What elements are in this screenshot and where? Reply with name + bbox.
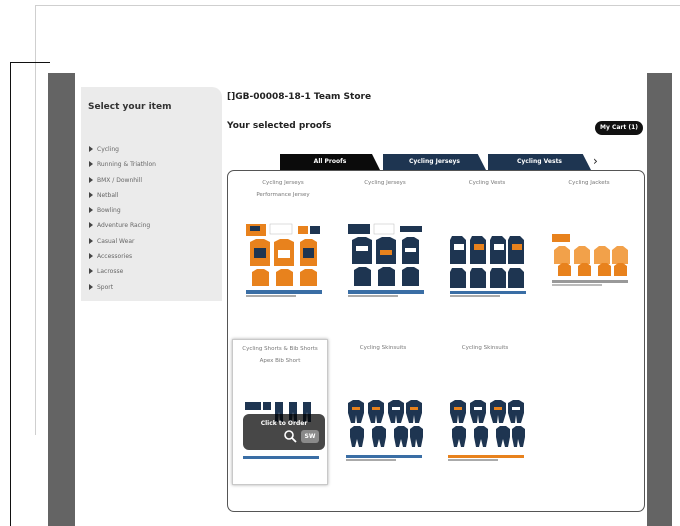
product-category: Cycling Jerseys bbox=[364, 180, 406, 186]
sidebar-item-casual-wear[interactable]: Casual Wear bbox=[89, 237, 156, 252]
arrow-right-icon bbox=[89, 191, 93, 198]
product-card[interactable]: Cycling Jerseys bbox=[338, 174, 432, 319]
tab-all-proofs[interactable]: All Proofs bbox=[280, 154, 380, 170]
product-card[interactable]: Cycling Skinsuits bbox=[336, 339, 430, 484]
proofs-heading: Your selected proofs bbox=[227, 121, 332, 131]
right-gutter bbox=[647, 73, 672, 526]
sidebar-item-netball[interactable]: Netball bbox=[89, 191, 156, 206]
sidebar-item-lacrosse[interactable]: Lacrosse bbox=[89, 267, 156, 282]
product-category: Cycling Skinsuits bbox=[359, 345, 407, 351]
sidebar-item-sport[interactable]: Sport bbox=[89, 283, 156, 298]
tab-cycling-jerseys[interactable]: Cycling Jerseys bbox=[383, 154, 486, 170]
arrow-right-icon bbox=[89, 222, 93, 229]
magnify-icon[interactable] bbox=[283, 429, 297, 443]
sidebar-item-bowling[interactable]: Bowling bbox=[89, 206, 156, 221]
arrow-right-icon bbox=[89, 253, 93, 260]
store-page: Select your item Cycling Running & Triat… bbox=[75, 73, 647, 518]
top-divider bbox=[35, 5, 680, 6]
product-category: Cycling Jackets bbox=[568, 180, 610, 186]
arrow-right-icon bbox=[89, 146, 93, 152]
product-card[interactable]: Cycling Skinsuits bbox=[438, 339, 532, 484]
arrow-right-icon bbox=[89, 283, 93, 290]
tab-cycling-vests[interactable]: Cycling Vests bbox=[488, 154, 591, 170]
proof-thumbnail bbox=[552, 234, 628, 286]
sidebar-item-adventure-racing[interactable]: Adventure Racing bbox=[89, 221, 156, 236]
sidebar-item-accessories[interactable]: Accessories bbox=[89, 252, 156, 267]
product-name: Performance Jersey bbox=[256, 192, 310, 198]
left-gutter bbox=[48, 73, 75, 526]
sidebar-item-running-triathlon[interactable]: Running & Triathlon bbox=[89, 160, 156, 175]
arrow-right-icon bbox=[89, 161, 93, 168]
sidebar-item-bmx-downhill[interactable]: BMX / Downhill bbox=[89, 176, 156, 191]
click-to-order-label: Click to Order bbox=[260, 420, 308, 427]
product-name: Apex Bib Short bbox=[259, 358, 301, 364]
frame-corner-top bbox=[10, 62, 50, 63]
category-list: Cycling Running & Triathlon BMX / Downhi… bbox=[89, 145, 156, 298]
proofs-grid: Cycling Jerseys Performance Jersey Cycli… bbox=[227, 170, 645, 512]
left-divider bbox=[35, 5, 36, 435]
product-category: Cycling Skinsuits bbox=[461, 345, 509, 351]
sidebar-heading: Select your item bbox=[88, 102, 172, 112]
proof-thumbnail bbox=[346, 400, 423, 461]
chevron-right-icon[interactable]: › bbox=[593, 153, 605, 169]
product-category: Cycling Shorts & Bib Shorts bbox=[242, 346, 318, 352]
my-cart-button[interactable]: My Cart (1) bbox=[595, 121, 643, 135]
product-card[interactable]: Cycling Shorts & Bib Shorts Apex Bib Sho… bbox=[232, 339, 328, 485]
proof-thumbnail bbox=[448, 400, 525, 461]
product-card[interactable]: Cycling Jackets bbox=[542, 174, 636, 319]
proof-thumbnail bbox=[450, 236, 526, 297]
store-title: []GB-00008-18-1 Team Store bbox=[227, 92, 372, 102]
proof-thumbnail bbox=[348, 223, 424, 297]
proof-thumbnail bbox=[246, 223, 322, 297]
sw-badge[interactable]: SW bbox=[301, 430, 319, 443]
product-category: Cycling Vests bbox=[468, 180, 506, 186]
category-sidebar: Select your item Cycling Running & Triat… bbox=[81, 87, 222, 301]
arrow-right-icon bbox=[89, 268, 93, 275]
product-card[interactable]: Cycling Jerseys Performance Jersey bbox=[236, 174, 330, 319]
click-to-order-overlay[interactable]: Click to Order SW bbox=[243, 414, 325, 450]
sidebar-item-cycling[interactable]: Cycling bbox=[89, 145, 156, 160]
arrow-right-icon bbox=[89, 176, 93, 183]
product-card[interactable]: Cycling Vests bbox=[440, 174, 534, 319]
frame-corner-left bbox=[10, 62, 11, 526]
product-category: Cycling Jerseys bbox=[262, 180, 304, 186]
arrow-right-icon bbox=[89, 207, 93, 214]
arrow-right-icon bbox=[89, 237, 93, 244]
